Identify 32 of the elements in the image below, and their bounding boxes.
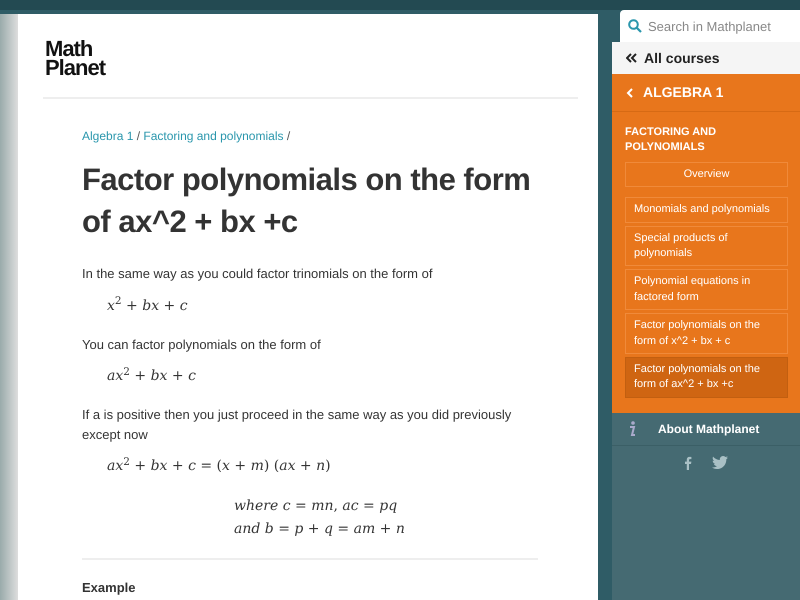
lesson-link[interactable]: Factor polynomials on the form of x^2 + bx + c (625, 313, 788, 354)
course-link[interactable]: ALGEBRA 1 (612, 74, 800, 112)
chapter-heading: FACTORING AND POLYNOMIALS (624, 125, 718, 156)
paragraph: In the same way as you could factor trinomials on the form of (82, 265, 434, 284)
about-link[interactable]: About Mathplanet (612, 412, 800, 446)
lesson-link[interactable]: Special products of polynomials (625, 226, 788, 266)
chevron-icon (626, 88, 633, 98)
info-icon (628, 420, 636, 437)
math-formula: ax$^{2}$ + bx + c (107, 366, 197, 386)
search-field[interactable]: Search in Mathplanet (620, 10, 800, 42)
all-courses-link[interactable]: All courses (612, 42, 800, 74)
lesson-link[interactable]: Monomials and polynomials (625, 197, 788, 223)
mathplanet-logo[interactable]: Math Planet (45, 40, 106, 78)
breadcrumb-link[interactable]: Factoring and polynomials (143, 128, 284, 143)
facebook-icon[interactable] (684, 456, 692, 470)
overview-link[interactable]: Overview (625, 162, 788, 188)
section-heading: Example (82, 579, 136, 597)
double-chevron-icon (626, 53, 638, 63)
math-formula: where c = mn, ac = pq (234, 497, 398, 516)
breadcrumb-separator: / (286, 128, 290, 143)
math-formula: x$^{2}$ + bx + c (107, 296, 189, 316)
breadcrumb-separator: / (136, 128, 140, 143)
breadcrumb-link[interactable]: Algebra 1 (82, 128, 134, 143)
lesson-link[interactable]: Polynomial equations in factored form (625, 269, 788, 310)
page-title: Factor polynomials on the form of ax^2 + bx +c (82, 160, 532, 242)
math-formula: and b = p + q = am + n (234, 520, 406, 539)
math-formula: ax$^{2}$ + bx + c = (x + m) (ax + n) (107, 456, 332, 476)
paragraph: If a is positive then you just proceed in the same way as you did previously except now (82, 406, 512, 444)
lesson-link[interactable]: Factor polynomials on the form of ax^2 + bx +c (625, 356, 788, 398)
search-icon (628, 19, 642, 33)
paragraph: You can factor polynomials on the form of (82, 336, 322, 354)
bird-icon[interactable] (712, 456, 728, 469)
